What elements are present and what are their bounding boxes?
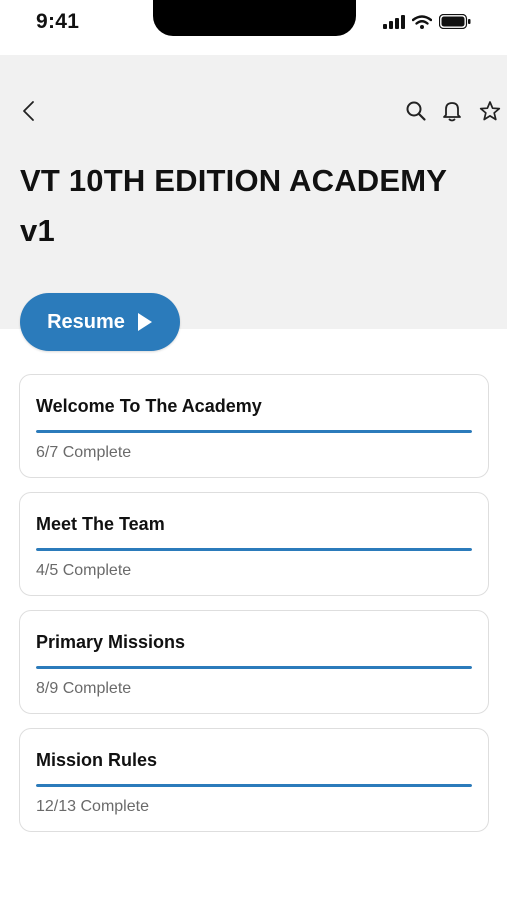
module-status: 12/13 Complete	[36, 798, 149, 815]
battery-icon	[439, 14, 471, 29]
bell-icon	[443, 102, 461, 122]
module-progress-fill	[36, 430, 472, 433]
module-card[interactable]: Meet The Team 4/5 Complete	[19, 492, 489, 596]
module-list: Welcome To The Academy 6/7 Complete Meet…	[19, 374, 489, 846]
module-progress-fill	[36, 784, 472, 787]
notifications-button[interactable]	[440, 99, 464, 123]
module-card[interactable]: Mission Rules 12/13 Complete	[19, 728, 489, 832]
star-icon	[479, 101, 501, 121]
module-status: 8/9 Complete	[36, 680, 132, 697]
play-icon	[137, 313, 152, 331]
search-button[interactable]	[404, 99, 428, 123]
resume-label: Resume	[47, 310, 125, 333]
module-title: Mission Rules	[36, 750, 158, 770]
module-progress-fill	[36, 548, 472, 551]
module-card[interactable]: Welcome To The Academy 6/7 Complete	[19, 374, 489, 478]
status-time: 9:41	[36, 10, 80, 33]
status-icons	[383, 14, 471, 29]
module-title: Meet The Team	[36, 514, 165, 534]
back-button[interactable]	[18, 99, 42, 123]
module-progress-fill	[36, 666, 472, 669]
page-title: VT 10TH EDITION ACADEMY v1	[20, 163, 447, 248]
status-bar: 9:41	[0, 0, 507, 55]
signal-icon	[383, 14, 405, 29]
module-progress-bar	[36, 666, 472, 669]
resume-button[interactable]: Resume	[20, 293, 180, 351]
module-progress-bar	[36, 548, 472, 551]
wifi-icon	[412, 14, 432, 29]
module-card[interactable]: Primary Missions 8/9 Complete	[19, 610, 489, 714]
device-notch	[153, 0, 356, 36]
module-title: Welcome To The Academy	[36, 396, 262, 416]
module-title: Primary Missions	[36, 632, 186, 652]
module-status: 6/7 Complete	[36, 444, 132, 461]
favorite-button[interactable]	[478, 99, 502, 123]
back-icon	[23, 101, 34, 121]
module-status: 4/5 Complete	[36, 562, 132, 579]
module-progress-bar	[36, 430, 472, 433]
module-progress-bar	[36, 784, 472, 787]
search-icon	[406, 101, 426, 121]
